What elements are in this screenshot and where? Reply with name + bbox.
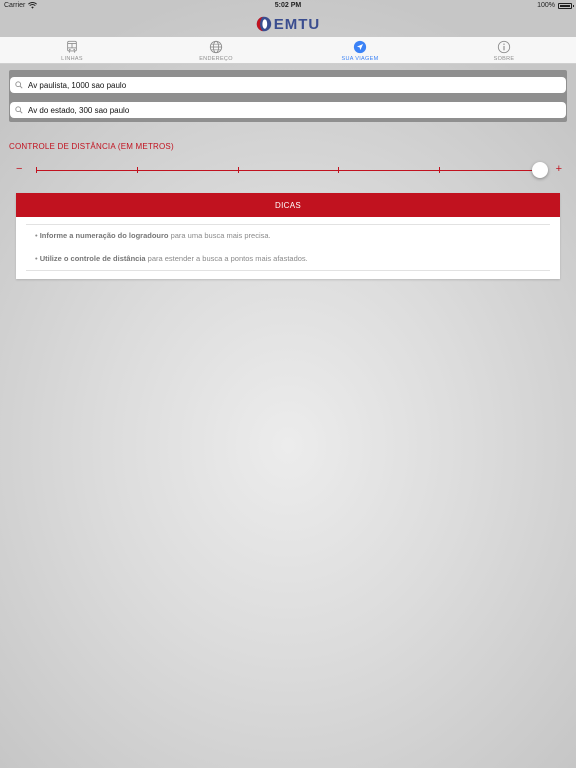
slider-tick	[136, 167, 138, 173]
slider-thumb[interactable]	[532, 162, 548, 178]
search-icon	[15, 106, 23, 114]
status-time: 5:02 PM	[274, 2, 302, 9]
tips-header: DICAS	[16, 193, 560, 217]
slider-minus-icon[interactable]: −	[16, 162, 22, 176]
slider-tick	[36, 167, 37, 173]
tip-text: para uma busca mais precisa.	[168, 231, 271, 240]
tab-label: LINHAS	[61, 56, 83, 62]
bus-icon	[67, 40, 77, 53]
slider-tick	[439, 167, 441, 173]
route-search-block: Av paulista, 1000 sao paulo Av do estado…	[9, 70, 567, 122]
tip-bold-text: Informe a numeração do logradouro	[39, 231, 169, 240]
tab-endereco[interactable]: ENDEREÇO	[144, 37, 288, 63]
info-icon	[497, 40, 511, 54]
origin-search-field[interactable]: Av paulista, 1000 sao paulo	[10, 77, 566, 93]
tip-item: • Informe a numeração do logradouro para…	[35, 231, 271, 240]
tab-label: SOBRE	[493, 56, 515, 62]
origin-value: Av paulista, 1000 sao paulo	[28, 80, 127, 90]
distance-slider[interactable]: − +	[16, 160, 562, 180]
distance-control-label: CONTROLE DE DISTÂNCIA (EM METROS)	[9, 142, 174, 151]
destination-search-field[interactable]: Av do estado, 300 sao paulo	[10, 102, 566, 118]
destination-value: Av do estado, 300 sao paulo	[28, 105, 130, 115]
logo-text: EMTU	[273, 15, 321, 33]
tips-card: DICAS • Informe a numeração do logradour…	[16, 193, 560, 279]
search-icon	[15, 81, 23, 89]
status-bar: Carrier 5:02 PM 100%	[0, 0, 576, 12]
tip-item: • Utilize o controle de distância para e…	[35, 254, 308, 263]
app-header: EMTU	[0, 12, 576, 36]
battery-percent: 100%	[537, 2, 555, 9]
tab-bar: LINHAS ENDEREÇO SUA VIAGEM SOBRE	[0, 37, 576, 64]
tip-text: para estender a busca a pontos mais afas…	[145, 254, 308, 263]
navigation-arrow-icon	[353, 40, 367, 54]
battery-icon	[558, 2, 574, 9]
slider-plus-icon[interactable]: +	[556, 162, 562, 176]
tips-divider	[26, 224, 550, 225]
tips-divider	[26, 270, 550, 271]
emtu-logo-icon	[256, 16, 271, 32]
slider-tick	[338, 167, 340, 173]
slider-track[interactable]	[36, 167, 540, 173]
tab-linhas[interactable]: LINHAS	[0, 37, 144, 63]
tips-title: DICAS	[275, 200, 301, 210]
tab-label: ENDEREÇO	[199, 56, 233, 62]
slider-tick	[237, 167, 239, 173]
status-right: 100%	[537, 2, 574, 9]
tab-sua-viagem[interactable]: SUA VIAGEM	[288, 37, 432, 63]
tab-sobre[interactable]: SOBRE	[432, 37, 576, 63]
tab-label: SUA VIAGEM	[341, 56, 379, 62]
globe-icon	[209, 40, 223, 54]
tip-bold-text: Utilize o controle de distância	[39, 254, 146, 263]
